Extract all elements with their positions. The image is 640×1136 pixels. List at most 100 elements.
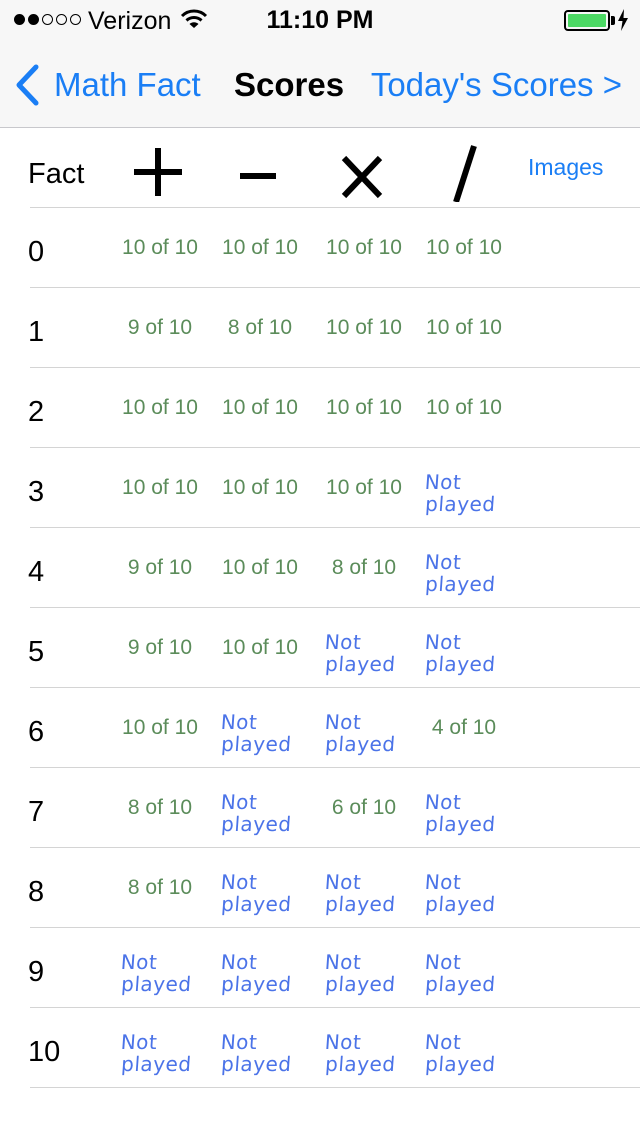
- not-played-label: Not played: [219, 870, 293, 916]
- table-row: 10 Not played Not played Not played Not played: [28, 1008, 640, 1088]
- plus-score-cell: 9 of 10: [112, 608, 208, 688]
- minus-operator-header: [218, 136, 298, 208]
- score-value: 6 of 10: [331, 796, 397, 819]
- status-time: 11:10 PM: [266, 6, 374, 34]
- times-icon: [341, 155, 383, 199]
- plus-score-cell: Not played: [112, 1008, 208, 1088]
- minus-score-cell: 10 of 10: [212, 368, 308, 448]
- table-row: 8 8 of 10 Not played Not played Not played: [28, 848, 640, 928]
- minus-score-cell: Not played: [212, 1008, 308, 1088]
- not-played-label: Not played: [119, 1030, 193, 1076]
- fact-number: 2: [28, 396, 45, 428]
- fact-number: 4: [28, 556, 45, 588]
- score-value: 9 of 10: [127, 556, 193, 579]
- not-played-label: Not played: [323, 710, 397, 756]
- fact-number: 0: [28, 236, 45, 268]
- battery-icon: [564, 10, 610, 31]
- back-button[interactable]: Math Fact: [14, 64, 201, 106]
- score-value: 10 of 10: [122, 396, 198, 419]
- table-row: 0 10 of 10 10 of 10 10 of 10 10 of 10: [28, 208, 640, 288]
- table-row: 9 Not played Not played Not played Not played: [28, 928, 640, 1008]
- minus-score-cell: 8 of 10: [212, 288, 308, 368]
- table-row: 4 9 of 10 10 of 10 8 of 10 Not played: [28, 528, 640, 608]
- divide-score-cell: Not played: [416, 608, 512, 688]
- times-score-cell: Not played: [316, 1008, 412, 1088]
- todays-scores-button[interactable]: Today's Scores >: [371, 66, 622, 104]
- table-row: 5 9 of 10 10 of 10 Not played Not played: [28, 608, 640, 688]
- times-score-cell: 10 of 10: [316, 368, 412, 448]
- times-score-cell: 10 of 10: [316, 448, 412, 528]
- divide-score-cell: Not played: [416, 768, 512, 848]
- divide-score-cell: 4 of 10: [416, 688, 512, 768]
- plus-operator-header: [118, 136, 198, 208]
- fact-number: 7: [28, 796, 45, 828]
- minus-score-cell: Not played: [212, 688, 308, 768]
- not-played-label: Not played: [423, 950, 497, 996]
- score-value: 8 of 10: [331, 556, 397, 579]
- not-played-label: Not played: [219, 790, 293, 836]
- plus-score-cell: 10 of 10: [112, 688, 208, 768]
- minus-score-cell: Not played: [212, 768, 308, 848]
- page-title: Scores: [234, 66, 345, 103]
- score-value: 10 of 10: [426, 316, 502, 339]
- chevron-left-icon: [16, 64, 39, 106]
- fact-number: 10: [28, 1036, 61, 1068]
- times-operator-header: [322, 136, 402, 208]
- navigation-bar: Math Fact Scores Today's Scores >: [0, 40, 640, 128]
- plus-score-cell: 10 of 10: [112, 208, 208, 288]
- not-played-label: Not played: [423, 870, 497, 916]
- score-value: 9 of 10: [127, 636, 193, 659]
- score-value: 10 of 10: [326, 396, 402, 419]
- fact-number: 3: [28, 476, 45, 508]
- not-played-label: Not played: [423, 550, 497, 596]
- minus-score-cell: Not played: [212, 848, 308, 928]
- times-score-cell: 6 of 10: [316, 768, 412, 848]
- not-played-label: Not played: [219, 710, 293, 756]
- divide-score-cell: Not played: [416, 1008, 512, 1088]
- battery-level: [568, 14, 606, 27]
- divide-operator-header: [420, 136, 500, 208]
- not-played-label: Not played: [423, 1030, 497, 1076]
- divide-score-cell: Not played: [416, 848, 512, 928]
- plus-icon: [134, 148, 182, 196]
- fact-number: 6: [28, 716, 45, 748]
- not-played-label: Not played: [119, 950, 193, 996]
- fact-number: 5: [28, 636, 45, 668]
- column-header-row: Fact Images: [0, 128, 640, 208]
- score-value: 10 of 10: [426, 236, 502, 259]
- minus-score-cell: Not played: [212, 928, 308, 1008]
- score-value: 10 of 10: [122, 236, 198, 259]
- not-played-label: Not played: [423, 630, 497, 676]
- back-button-label: Math Fact: [54, 66, 201, 103]
- not-played-label: Not played: [323, 870, 397, 916]
- table-row: 3 10 of 10 10 of 10 10 of 10 Not played: [28, 448, 640, 528]
- divide-score-cell: Not played: [416, 928, 512, 1008]
- fact-column-header: Fact: [28, 158, 85, 190]
- battery-tip: [611, 16, 615, 25]
- divide-score-cell: Not played: [416, 448, 512, 528]
- fact-number: 8: [28, 876, 45, 908]
- divide-icon: [453, 145, 477, 202]
- table-row: 6 10 of 10 Not played Not played 4 of 10: [28, 688, 640, 768]
- score-value: 10 of 10: [222, 476, 298, 499]
- divide-score-cell: 10 of 10: [416, 368, 512, 448]
- status-bar: Verizon 11:10 PM: [0, 0, 640, 40]
- top-bar: Verizon 11:10 PM Math Fact Scores Today'…: [0, 0, 640, 128]
- not-played-label: Not played: [323, 1030, 397, 1076]
- table-row: 1 9 of 10 8 of 10 10 of 10 10 of 10: [28, 288, 640, 368]
- score-value: 10 of 10: [426, 396, 502, 419]
- images-button[interactable]: Images: [528, 154, 603, 181]
- score-value: 10 of 10: [222, 556, 298, 579]
- plus-score-cell: 10 of 10: [112, 368, 208, 448]
- not-played-label: Not played: [323, 950, 397, 996]
- times-score-cell: 10 of 10: [316, 208, 412, 288]
- score-value: 10 of 10: [222, 636, 298, 659]
- score-value: 10 of 10: [222, 396, 298, 419]
- plus-score-cell: 10 of 10: [112, 448, 208, 528]
- score-value: 10 of 10: [326, 236, 402, 259]
- score-value: 10 of 10: [326, 476, 402, 499]
- minus-score-cell: 10 of 10: [212, 528, 308, 608]
- scores-table: 0 10 of 10 10 of 10 10 of 10 10 of 10 1 9 of 1…: [0, 208, 640, 1088]
- times-score-cell: Not played: [316, 608, 412, 688]
- not-played-label: Not played: [423, 470, 497, 516]
